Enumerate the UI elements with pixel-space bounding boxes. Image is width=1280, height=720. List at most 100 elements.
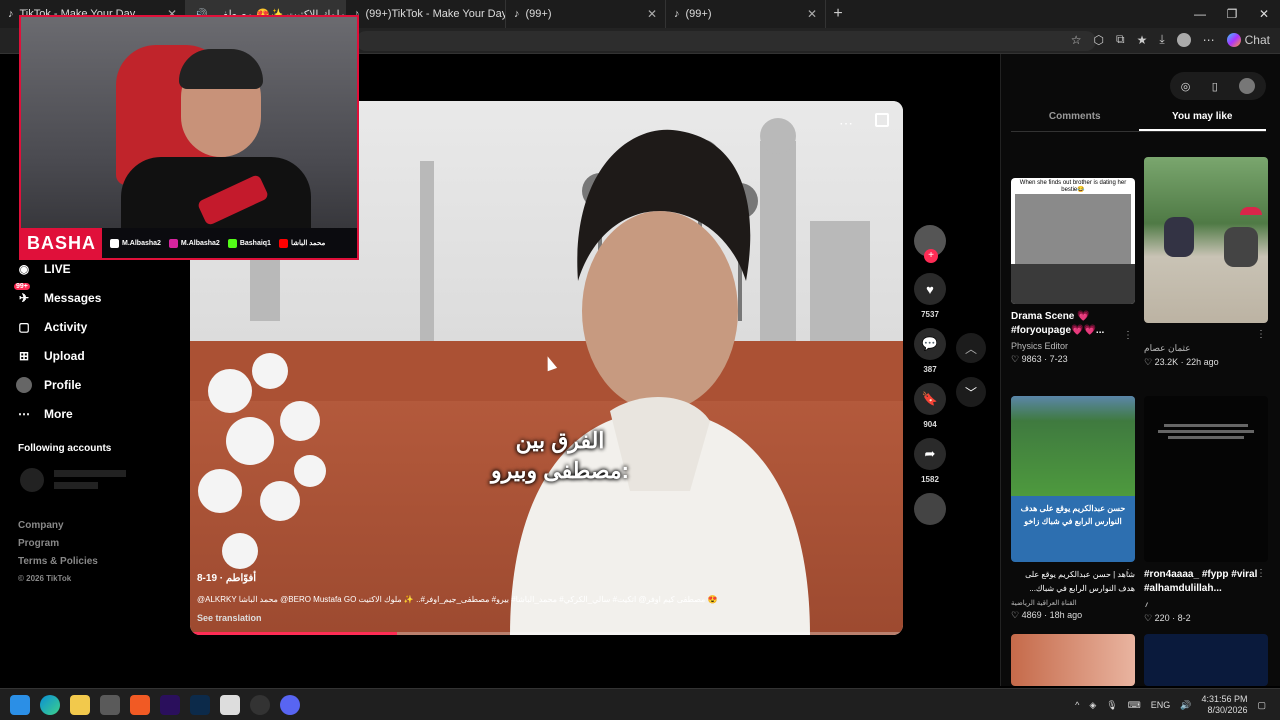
save-button[interactable]: 🔖 (914, 383, 946, 415)
card-more-icon[interactable]: ⋮ (1123, 330, 1133, 341)
recommended-video-card[interactable]: #ron4aaaa_ #fypp #viral #alhamdulillah..… (1144, 396, 1268, 624)
more-options-icon[interactable]: ⋯ (839, 115, 853, 132)
card-likes: 4869 (1021, 610, 1042, 620)
network-icon[interactable]: ◈ (1089, 700, 1096, 711)
share-button[interactable]: ➦ (914, 438, 946, 470)
restore-icon[interactable]: ❐ (1216, 0, 1248, 28)
obs-icon[interactable] (250, 695, 270, 715)
collections-icon[interactable]: ⧉ (1116, 32, 1125, 47)
recommended-video-card[interactable]: حسن عبدالكريم يوقع على هدف النوارس الراب… (1011, 396, 1135, 621)
clock[interactable]: 4:31:56 PM 8/30/2026 (1201, 694, 1247, 716)
card-date: 18h ago (1049, 610, 1083, 620)
keyboard-icon[interactable]: ⌨ (1128, 700, 1141, 711)
instagram-icon (168, 238, 178, 248)
browser-tab[interactable]: ♪ (99+) ✕ (506, 0, 666, 28)
close-tab-icon[interactable]: ✕ (647, 7, 657, 21)
video-thumbnail: When she finds out brother is dating her… (1011, 178, 1135, 304)
extensions-icon[interactable]: ⬡ (1094, 33, 1104, 47)
sidebar-item-upload[interactable]: ⊞ Upload (16, 341, 101, 370)
profile-avatar[interactable] (1176, 32, 1191, 47)
video-progress-fill (190, 632, 397, 635)
heart-icon: ♥ (926, 281, 934, 297)
video-thumbnail (1011, 634, 1135, 686)
sidebar-item-more[interactable]: ⋯ More (16, 399, 101, 428)
video-progress-bar[interactable] (190, 632, 903, 635)
card-author[interactable]: ؍ (1144, 599, 1268, 610)
recommended-video-card[interactable] (1144, 634, 1268, 686)
store-icon[interactable] (100, 695, 120, 715)
video-author-date[interactable]: أفوّاطم‏ · 8-19 (197, 573, 256, 584)
recommended-video-card[interactable] (1011, 634, 1135, 686)
photoshop-icon[interactable] (190, 695, 210, 715)
language-indicator[interactable]: ENG (1151, 700, 1171, 710)
user-avatar[interactable] (1239, 78, 1256, 94)
social-youtube: محمد الباشا (278, 238, 325, 248)
chat-button[interactable]: Chat (1226, 32, 1270, 47)
sidebar-item-messages[interactable]: ✈ 99+ Messages (14, 282, 101, 312)
windows-start-icon[interactable] (10, 695, 30, 715)
app-icon[interactable] (220, 695, 240, 715)
social-kick: Bashaiq1 (227, 238, 271, 248)
like-button[interactable]: ♥ (914, 273, 946, 305)
edge-icon[interactable] (40, 695, 60, 715)
streamer-hair (179, 49, 263, 89)
card-more-icon[interactable]: ⋮ (1256, 568, 1266, 579)
discord-icon[interactable] (280, 695, 300, 715)
card-author[interactable]: عثمان عصام (1144, 343, 1268, 354)
tab-comments[interactable]: Comments (1011, 110, 1139, 131)
browser-tab[interactable]: ♪ (99+) ✕ (666, 0, 826, 28)
video-description: @ALKRKY محمد الباشا @BERO Mustafa GO مصط… (197, 595, 718, 604)
chevron-down-icon: ﹀ (964, 385, 977, 400)
see-translation-link[interactable]: See translation (197, 613, 262, 623)
card-author[interactable]: القناة العراقية الرياضية (1011, 599, 1135, 607)
music-disc-icon[interactable] (914, 493, 946, 525)
footer-link-program[interactable]: Program (18, 538, 98, 556)
tab-title: (99+) (685, 8, 712, 20)
recommended-video-card[interactable]: عثمان عصام ♡ 23.2K · 22h ago ⋮ (1144, 157, 1268, 368)
live-icon: ◉ (18, 261, 30, 276)
card-author[interactable]: Physics Editor (1011, 341, 1135, 351)
downloads-icon[interactable]: ⤓ (1159, 32, 1164, 47)
star-icon[interactable]: ☆ (1071, 33, 1082, 47)
microphone-icon[interactable]: 🎙 (1106, 700, 1117, 711)
settings-more-icon[interactable]: ⋯ (1203, 33, 1215, 47)
favorites-icon[interactable]: ★ (1137, 33, 1148, 47)
close-window-icon[interactable]: ✕ (1248, 0, 1280, 28)
compass-icon[interactable]: ◎ (1181, 80, 1191, 93)
card-more-icon[interactable]: ⋮ (1256, 329, 1266, 340)
footer-link-company[interactable]: Company (18, 520, 98, 538)
comment-button[interactable]: 💬 (914, 328, 946, 360)
recommended-video-card[interactable]: When she finds out brother is dating her… (1011, 178, 1135, 365)
chevron-up-icon[interactable]: ^ (1075, 700, 1079, 710)
minimize-icon[interactable]: — (1184, 0, 1216, 28)
video-thumbnail (1144, 634, 1268, 686)
close-tab-icon[interactable]: ✕ (807, 7, 817, 21)
social-strip: BASHA M.Albasha2 M.Albasha2 Bashaiq1 محم… (21, 228, 357, 258)
sidebar-item-label: Activity (44, 319, 88, 334)
file-explorer-icon[interactable] (70, 695, 90, 715)
brave-icon[interactable] (130, 695, 150, 715)
new-tab-button[interactable]: + (826, 5, 850, 23)
fullscreen-icon[interactable] (875, 113, 889, 127)
social-handle: Bashaiq1 (239, 239, 271, 247)
clock-time: 4:31:56 PM (1201, 694, 1248, 704)
tiktok-icon (110, 238, 120, 248)
sidebar-item-profile[interactable]: Profile (16, 370, 101, 399)
next-video-button[interactable]: ﹀ (956, 377, 986, 407)
premiere-icon[interactable] (160, 695, 180, 715)
panel-tabs: Comments You may like (1011, 110, 1266, 132)
notification-icon[interactable]: ▢ (1257, 700, 1266, 711)
volume-icon[interactable]: 🔊 (1180, 700, 1191, 711)
card-more-icon[interactable]: ⋮ (1123, 568, 1133, 579)
tab-you-may-like[interactable]: You may like (1138, 110, 1266, 131)
footer-link-terms[interactable]: Terms & Policies (18, 556, 98, 574)
follow-plus-icon[interactable]: + (924, 249, 938, 263)
thumbnail-text: حسن عبدالكريم يوقع على هدف النوارس الراب… (1020, 504, 1126, 526)
sidebar-item-activity[interactable]: ▢ Activity (16, 312, 101, 341)
card-title: Drama Scene 💗 #foryoupage💗💗... (1011, 311, 1105, 336)
previous-video-button[interactable]: ︿ (956, 333, 986, 363)
phone-icon[interactable]: ▯ (1212, 80, 1218, 93)
url-field[interactable] (356, 31, 1096, 51)
browser-tab[interactable]: ♪ (99+)TikTok - Make Your Day ✕ (346, 0, 506, 28)
creator-avatar[interactable]: + (914, 225, 946, 263)
